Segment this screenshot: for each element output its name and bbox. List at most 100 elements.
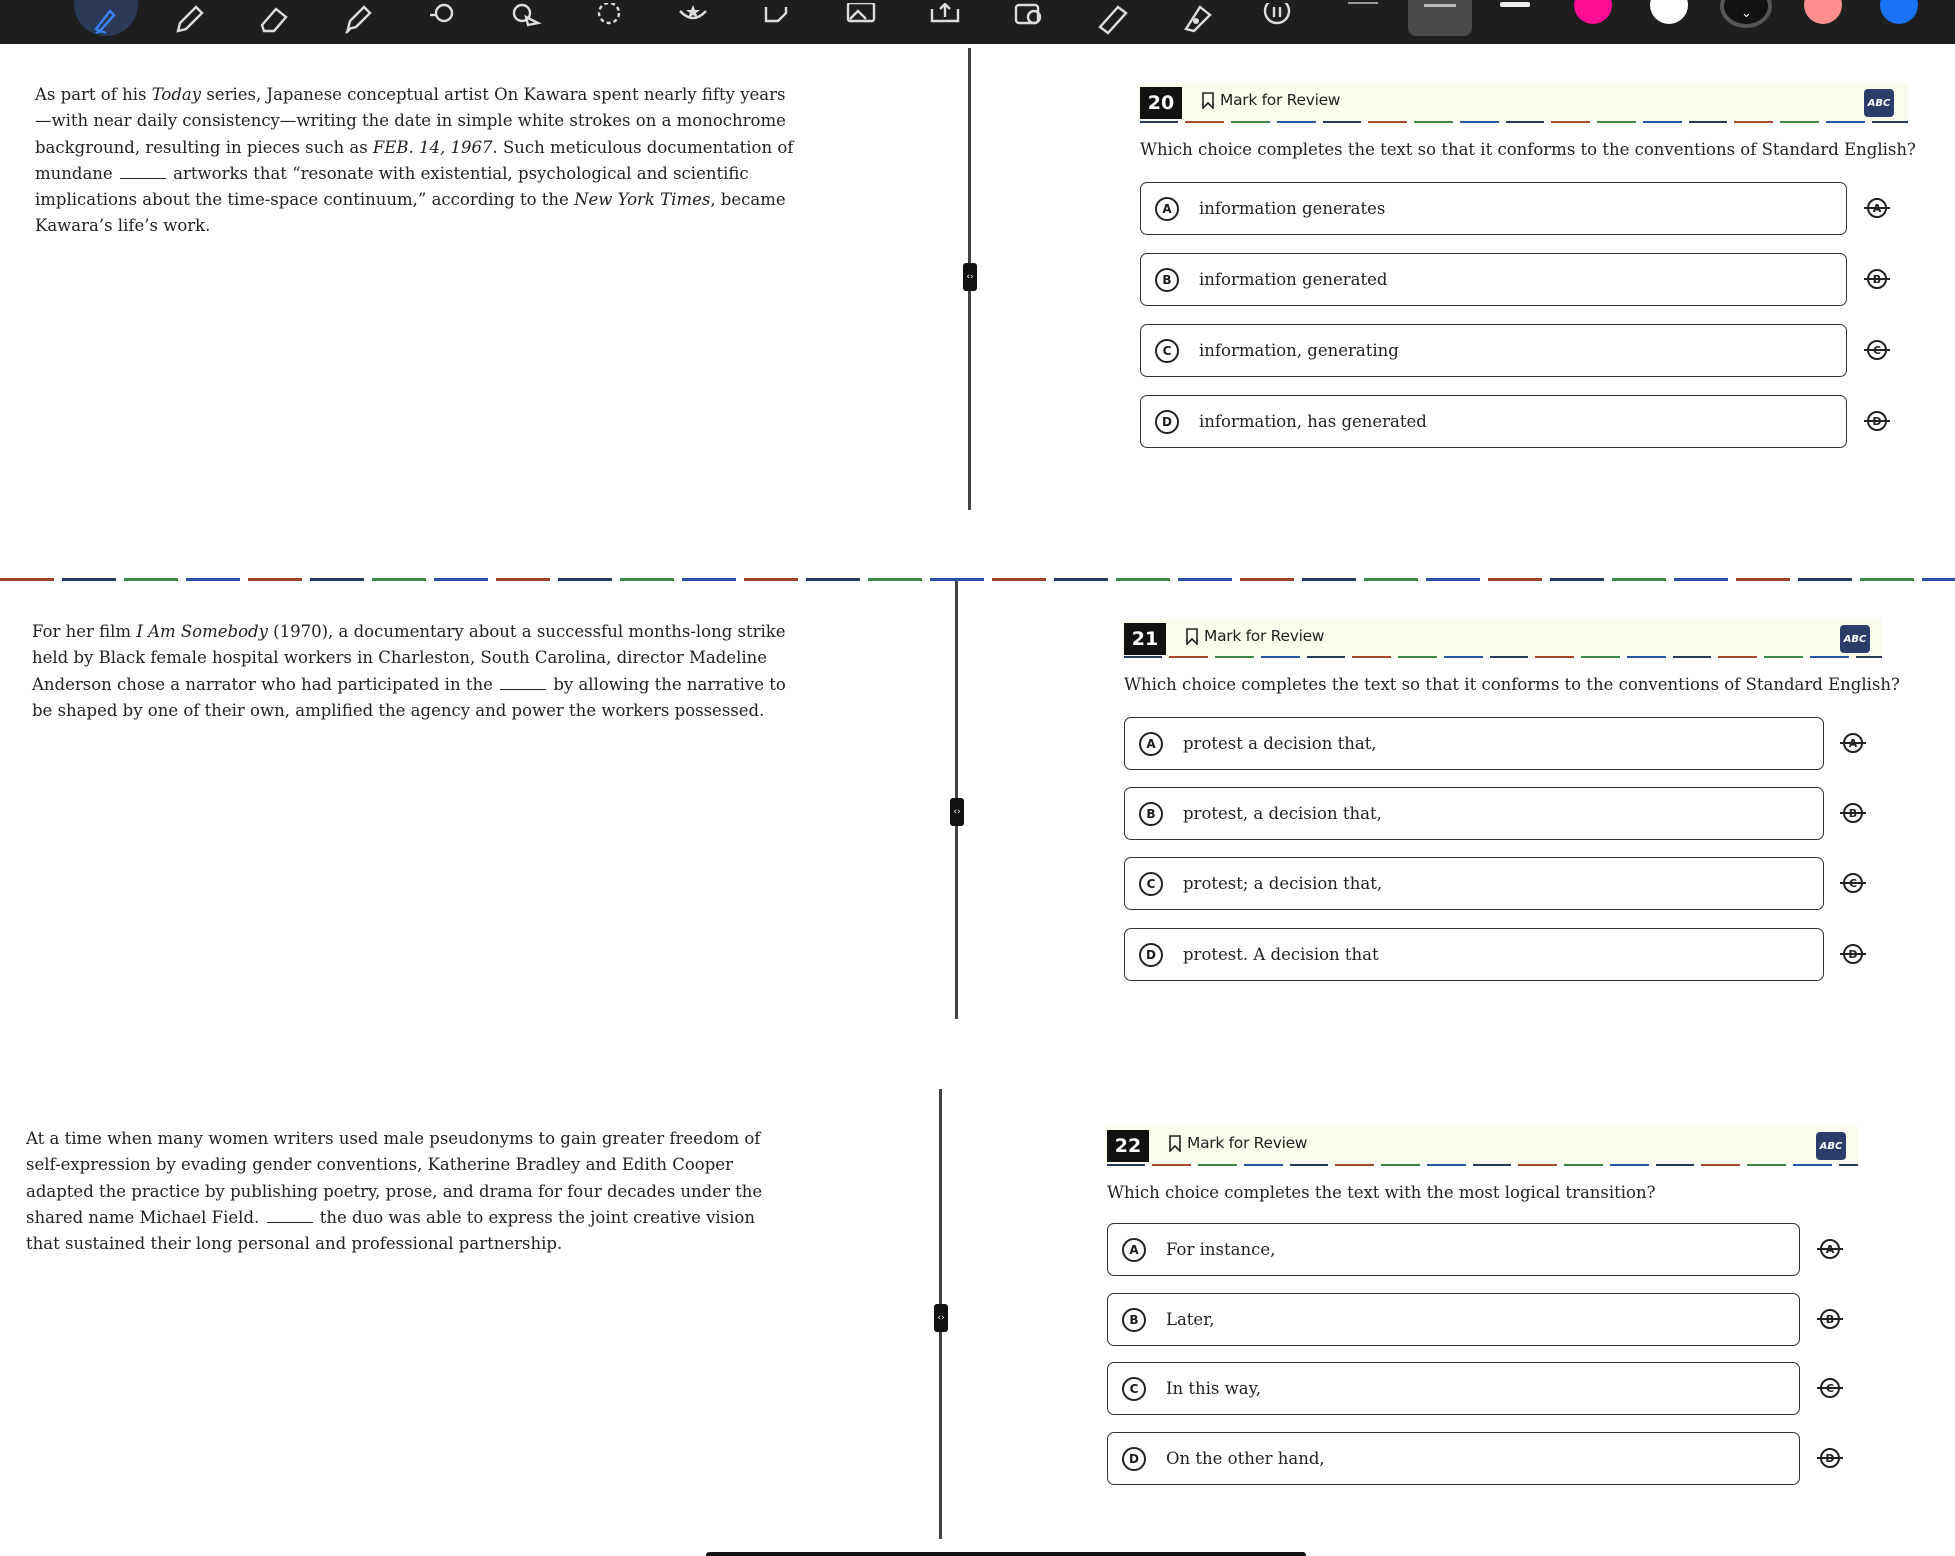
- choice-text: For instance,: [1166, 1240, 1276, 1259]
- lasso-select-icon[interactable]: [586, 0, 632, 40]
- choice-text: In this way,: [1166, 1379, 1261, 1398]
- mark-for-review-label: Mark for Review: [1204, 627, 1325, 645]
- eliminate-letter-a: A: [1826, 1243, 1835, 1256]
- image-icon[interactable]: [838, 0, 884, 40]
- pen-tool-icon[interactable]: [82, 0, 128, 40]
- resize-handle-icon[interactable]: ‹›: [934, 1304, 948, 1332]
- answer-choice-b[interactable]: Bprotest, a decision that,: [1124, 787, 1824, 840]
- color-swatch-white[interactable]: [1650, 0, 1688, 24]
- abc-eliminator-button[interactable]: ABC: [1840, 625, 1870, 653]
- mark-for-review-button[interactable]: Mark for Review: [1169, 1134, 1308, 1152]
- eliminate-letter-a: A: [1849, 737, 1858, 750]
- color-swatch-magenta[interactable]: [1574, 0, 1612, 24]
- choice-letter: D: [1139, 942, 1163, 967]
- header-dashed-rule: [1107, 1164, 1858, 1166]
- choice-text: protest; a decision that,: [1183, 874, 1383, 893]
- choice-letter: A: [1155, 196, 1179, 221]
- eliminate-letter-b: B: [1873, 273, 1881, 286]
- chevron-down-icon: ⌄: [1741, 6, 1752, 21]
- eliminate-choice-d-icon[interactable]: D: [1839, 940, 1867, 968]
- answer-choice-d[interactable]: Dprotest. A decision that: [1124, 928, 1824, 981]
- sticker-icon[interactable]: [670, 0, 716, 40]
- eliminate-choice-d-icon[interactable]: D: [1863, 407, 1891, 435]
- text-box-icon[interactable]: [754, 0, 800, 40]
- shape-icon[interactable]: [502, 0, 548, 40]
- color-swatch-blue[interactable]: [1880, 0, 1918, 24]
- passage-q20: As part of his Today series, Japanese co…: [35, 85, 794, 236]
- ruler-icon[interactable]: [1090, 0, 1136, 40]
- thick-stroke-icon[interactable]: [1500, 2, 1530, 7]
- header-dashed-rule: [1140, 121, 1908, 123]
- answer-choice-a[interactable]: A For instance,: [1107, 1223, 1800, 1276]
- eliminate-letter-c: C: [1826, 1382, 1834, 1395]
- question-prompt: Which choice completes the text so that …: [1140, 140, 1916, 159]
- question-number: 20: [1140, 87, 1182, 119]
- answer-choice-a[interactable]: Aprotest a decision that,: [1124, 717, 1824, 770]
- eliminate-choice-a-icon[interactable]: A: [1863, 194, 1891, 222]
- choice-text: On the other hand,: [1166, 1449, 1325, 1468]
- answer-choice-d[interactable]: D On the other hand,: [1107, 1432, 1800, 1485]
- answer-choice-b[interactable]: B Later,: [1107, 1293, 1800, 1346]
- choice-text: protest, a decision that,: [1183, 804, 1382, 823]
- blank-line: [266, 1221, 313, 1223]
- choice-letter: C: [1155, 338, 1179, 363]
- eliminate-choice-c-icon[interactable]: C: [1839, 869, 1867, 897]
- mark-for-review-label: Mark for Review: [1220, 91, 1341, 109]
- question-number: 21: [1124, 623, 1166, 655]
- choice-letter: C: [1139, 871, 1163, 896]
- eliminate-choice-d-icon[interactable]: D: [1816, 1444, 1844, 1472]
- abc-eliminator-button[interactable]: ABC: [1864, 89, 1894, 117]
- eliminate-choice-c-icon[interactable]: C: [1816, 1374, 1844, 1402]
- highlighter-icon[interactable]: [334, 0, 380, 40]
- marker-icon[interactable]: [1174, 0, 1220, 40]
- eliminate-letter-d: D: [1872, 415, 1881, 428]
- question-number: 22: [1107, 1130, 1149, 1162]
- answer-choice-a[interactable]: Ainformation generates: [1140, 182, 1847, 235]
- choice-letter: B: [1139, 801, 1163, 826]
- eliminate-letter-b: B: [1826, 1313, 1834, 1326]
- eliminate-letter-a: A: [1873, 202, 1882, 215]
- choice-letter: A: [1122, 1237, 1146, 1262]
- mark-for-review-button[interactable]: Mark for Review: [1202, 91, 1341, 109]
- bookmark-icon: [1169, 1134, 1181, 1152]
- medium-stroke-button[interactable]: [1408, 0, 1472, 36]
- choice-text: information, generating: [1199, 341, 1399, 360]
- lasso-icon[interactable]: [418, 0, 464, 40]
- resize-handle-icon[interactable]: ‹›: [963, 263, 977, 291]
- eliminate-choice-a-icon[interactable]: A: [1816, 1235, 1844, 1263]
- annotation-toolbar: ⌄: [0, 0, 1955, 44]
- resize-handle-icon[interactable]: ‹›: [950, 798, 964, 826]
- choice-text: information generated: [1199, 270, 1388, 289]
- passage-q21: For her film I Am Somebody (1970), a doc…: [32, 622, 786, 720]
- answer-choice-b[interactable]: Binformation generated: [1140, 253, 1847, 306]
- color-swatch-black[interactable]: ⌄: [1720, 0, 1772, 28]
- bookmark-icon: [1186, 627, 1198, 645]
- choice-text: information, has generated: [1199, 412, 1427, 431]
- choice-text: protest. A decision that: [1183, 945, 1379, 964]
- pencil-icon[interactable]: [166, 0, 212, 40]
- answer-choice-c[interactable]: Cprotest; a decision that,: [1124, 857, 1824, 910]
- choice-letter: B: [1155, 267, 1179, 292]
- camera-icon[interactable]: [1006, 0, 1052, 40]
- upload-icon[interactable]: [922, 0, 968, 40]
- color-swatch-salmon[interactable]: [1804, 0, 1842, 24]
- answer-choice-d[interactable]: Dinformation, has generated: [1140, 395, 1847, 448]
- mark-for-review-button[interactable]: Mark for Review: [1186, 627, 1325, 645]
- passage-q22: At a time when many women writers used m…: [26, 1129, 763, 1254]
- eliminate-letter-d: D: [1825, 1452, 1834, 1465]
- blank-line: [500, 688, 547, 690]
- audio-icon[interactable]: [1254, 0, 1300, 40]
- eliminate-choice-b-icon[interactable]: B: [1863, 265, 1891, 293]
- home-indicator[interactable]: [706, 1552, 1306, 1556]
- thin-stroke-icon[interactable]: [1348, 2, 1378, 4]
- answer-choice-c[interactable]: C In this way,: [1107, 1362, 1800, 1415]
- question-prompt: Which choice completes the text with the…: [1107, 1183, 1656, 1202]
- eliminate-choice-b-icon[interactable]: B: [1816, 1305, 1844, 1333]
- eliminate-choice-a-icon[interactable]: A: [1839, 729, 1867, 757]
- eliminate-choice-b-icon[interactable]: B: [1839, 799, 1867, 827]
- choice-letter: C: [1122, 1376, 1146, 1401]
- abc-eliminator-button[interactable]: ABC: [1816, 1132, 1846, 1160]
- eliminate-choice-c-icon[interactable]: C: [1863, 336, 1891, 364]
- eraser-icon[interactable]: [250, 0, 296, 40]
- answer-choice-c[interactable]: Cinformation, generating: [1140, 324, 1847, 377]
